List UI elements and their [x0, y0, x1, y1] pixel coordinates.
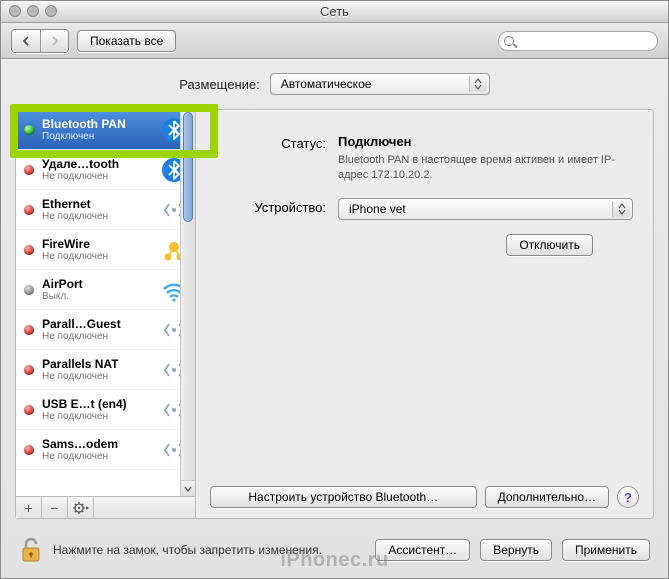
status-label: Статус: [216, 134, 326, 184]
service-name: Parall…Guest [42, 317, 153, 331]
service-status: Не подключен [42, 411, 153, 422]
lock-row: Нажмите на замок, чтобы запретить измене… [19, 536, 650, 564]
service-status: Выкл. [42, 291, 153, 302]
status-dot-icon [24, 405, 34, 415]
chevron-updown-icon [469, 76, 487, 92]
lock-icon[interactable] [19, 536, 43, 564]
scrollbar[interactable] [180, 110, 195, 496]
status-dot-icon [24, 365, 34, 375]
search-wrap [498, 31, 658, 51]
location-label: Размещение: [179, 77, 260, 92]
disconnect-button[interactable]: Отключить [506, 234, 593, 256]
sidebar-item[interactable]: Удале…toothНе подключен [16, 150, 195, 190]
location-value: Автоматическое [281, 77, 372, 91]
service-name: USB E…t (en4) [42, 397, 153, 411]
network-prefs-window: Сеть Показать все Размещение: Автоматиче… [0, 0, 669, 579]
add-service-button[interactable]: + [16, 497, 42, 518]
minimize-icon[interactable] [27, 5, 39, 17]
main-box: Bluetooth PANПодключенУдале…toothНе подк… [15, 109, 654, 519]
traffic-lights [9, 5, 57, 17]
services-list: Bluetooth PANПодключенУдале…toothНе подк… [16, 110, 195, 496]
service-status: Не подключен [42, 451, 153, 462]
service-status: Не подключен [42, 371, 153, 382]
show-all-button[interactable]: Показать все [77, 30, 176, 52]
service-name: Bluetooth PAN [42, 117, 153, 131]
status-dot-icon [24, 445, 34, 455]
detail-pane: Статус: Подключен Bluetooth PAN в настоя… [196, 110, 653, 518]
sidebar-item[interactable]: Parallels NATНе подключен [16, 350, 195, 390]
device-value: iPhone vet [349, 202, 406, 216]
sidebar-footer: + − [16, 496, 195, 518]
chevron-updown-icon [612, 201, 630, 217]
sidebar-item[interactable]: Sams…odemНе подключен [16, 430, 195, 470]
configure-bluetooth-button[interactable]: Настроить устройство Bluetooth… [210, 486, 477, 508]
status-dot-icon [24, 125, 34, 135]
status-dot-icon [24, 285, 34, 295]
sidebar-item[interactable]: AirPortВыкл. [16, 270, 195, 310]
services-sidebar: Bluetooth PANПодключенУдале…toothНе подк… [16, 110, 196, 518]
lock-text: Нажмите на замок, чтобы запретить измене… [53, 543, 322, 557]
detail-bottom-buttons: Настроить устройство Bluetooth… Дополнит… [210, 486, 639, 508]
help-button[interactable]: ? [617, 486, 639, 508]
action-menu-button[interactable] [68, 497, 94, 518]
service-name: Удале…tooth [42, 157, 153, 171]
status-dot-icon [24, 245, 34, 255]
zoom-icon[interactable] [45, 5, 57, 17]
service-name: Sams…odem [42, 437, 153, 451]
sidebar-item[interactable]: Parall…GuestНе подключен [16, 310, 195, 350]
close-icon[interactable] [9, 5, 21, 17]
scroll-down-button[interactable] [181, 480, 195, 496]
status-dot-icon [24, 165, 34, 175]
scroll-thumb[interactable] [183, 112, 193, 222]
search-input[interactable] [498, 31, 658, 51]
toolbar: Показать все [1, 23, 668, 59]
service-status: Не подключен [42, 171, 153, 182]
service-name: Parallels NAT [42, 357, 153, 371]
titlebar: Сеть [1, 1, 668, 23]
service-name: FireWire [42, 237, 153, 251]
sidebar-item[interactable]: FireWireНе подключен [16, 230, 195, 270]
sidebar-item[interactable]: USB E…t (en4)Не подключен [16, 390, 195, 430]
service-name: Ethernet [42, 197, 153, 211]
content: Размещение: Автоматическое Bluetooth PAN… [1, 61, 668, 578]
remove-service-button[interactable]: − [42, 497, 68, 518]
forward-button[interactable] [40, 30, 68, 52]
back-button[interactable] [12, 30, 40, 52]
sidebar-item[interactable]: EthernetНе подключен [16, 190, 195, 230]
location-row: Размещение: Автоматическое [15, 73, 654, 95]
device-select[interactable]: iPhone vet [338, 198, 633, 220]
sidebar-item[interactable]: Bluetooth PANПодключен [16, 110, 195, 150]
status-value: Подключен [338, 134, 633, 149]
revert-button[interactable]: Вернуть [480, 539, 552, 561]
location-select[interactable]: Автоматическое [270, 73, 490, 95]
advanced-button[interactable]: Дополнительно… [485, 486, 609, 508]
status-description: Bluetooth PAN в настоящее время активен … [338, 153, 633, 184]
service-status: Не подключен [42, 251, 153, 262]
service-status: Не подключен [42, 331, 153, 342]
apply-button[interactable]: Применить [562, 539, 650, 561]
service-status: Подключен [42, 131, 153, 142]
device-label: Устройство: [216, 198, 326, 220]
nav-segmented [11, 29, 69, 53]
service-status: Не подключен [42, 211, 153, 222]
status-dot-icon [24, 325, 34, 335]
assist-button[interactable]: Ассистент… [375, 539, 470, 561]
status-dot-icon [24, 205, 34, 215]
window-title: Сеть [320, 4, 349, 19]
service-name: AirPort [42, 277, 153, 291]
